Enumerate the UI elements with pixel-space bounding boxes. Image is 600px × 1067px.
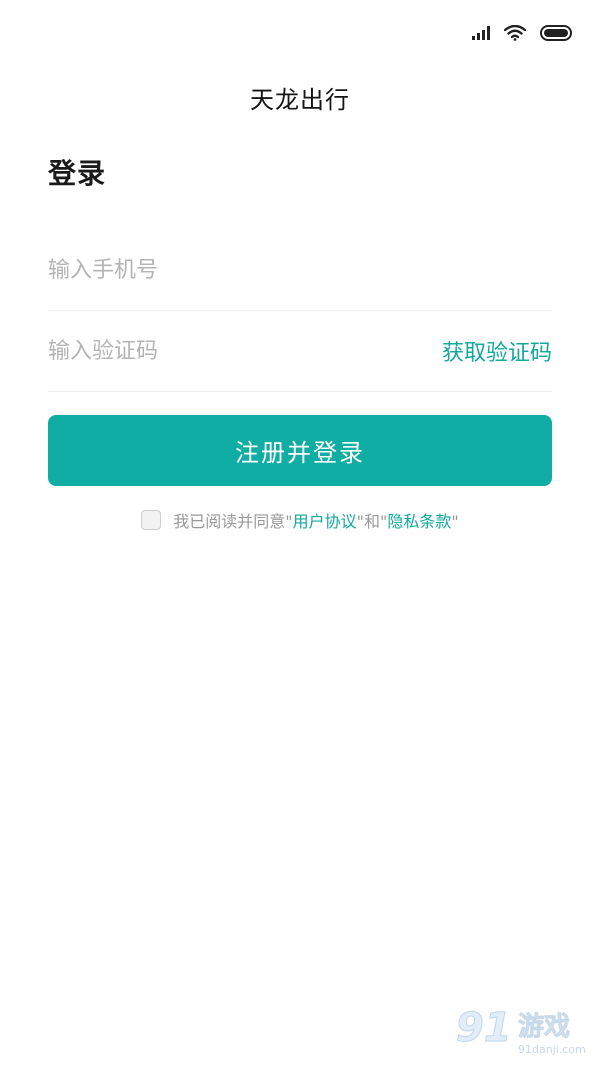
wifi-icon — [504, 25, 526, 41]
agreement-middle: "和" — [356, 512, 388, 531]
agreement-suffix: " — [451, 512, 459, 531]
watermark-logo-word: 游戏 — [518, 1012, 570, 1042]
signal-icon — [472, 26, 490, 40]
watermark-logo-number: 91 — [456, 1005, 512, 1051]
watermark-logo: 91 游戏 91danji.com — [454, 1001, 594, 1059]
agreement-checkbox[interactable] — [141, 510, 162, 530]
phone-field-row — [48, 230, 552, 311]
page-title: 登录 — [48, 157, 107, 190]
user-agreement-link[interactable]: 用户协议 — [293, 512, 357, 531]
phone-input[interactable] — [48, 257, 408, 283]
register-login-button[interactable]: 注册并登录 — [48, 415, 552, 486]
verification-code-input[interactable] — [48, 338, 408, 364]
status-bar — [472, 22, 574, 44]
privacy-policy-link[interactable]: 隐私条款 — [387, 512, 451, 531]
get-code-button[interactable]: 获取验证码 — [442, 335, 552, 367]
battery-icon — [540, 25, 574, 41]
agreement-text: 我已阅读并同意"用户协议"和"隐私条款" — [173, 508, 459, 532]
agreement-prefix: 我已阅读并同意" — [173, 512, 293, 531]
verification-code-field-row: 获取验证码 — [48, 311, 552, 392]
login-screen: 天龙出行 登录 获取验证码 注册并登录 我已阅读并同意"用户协议"和"隐私条款"… — [0, 0, 600, 1067]
app-title: 天龙出行 — [250, 86, 350, 114]
watermark-site: 91danji.com — [518, 1043, 586, 1056]
agreement-row: 我已阅读并同意"用户协议"和"隐私条款" — [0, 508, 600, 532]
